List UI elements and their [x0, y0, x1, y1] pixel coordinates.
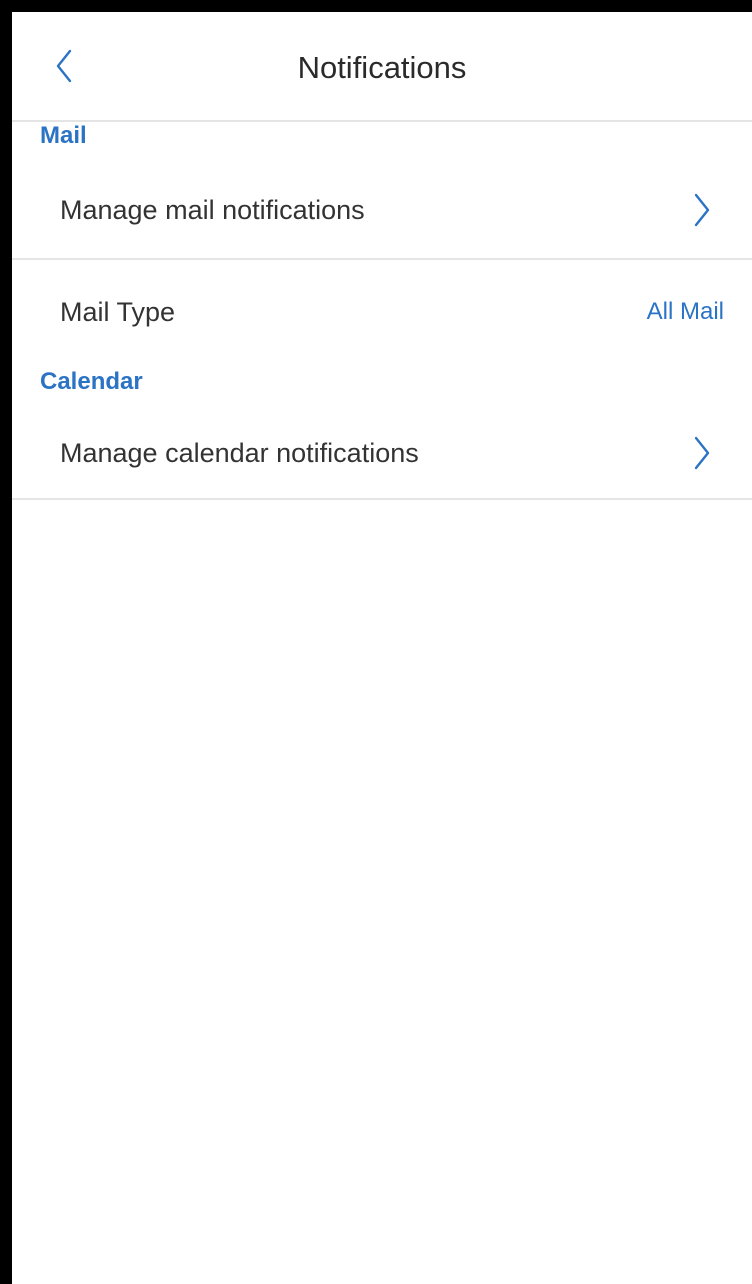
- mail-type-value[interactable]: All Mail: [647, 298, 724, 326]
- notifications-screen: Notifications Mail Manage mail notificat…: [12, 12, 752, 1284]
- section-label-mail: Mail: [40, 122, 87, 149]
- chevron-left-icon: [56, 49, 72, 83]
- section-label-calendar: Calendar: [40, 368, 143, 395]
- manage-mail-notifications-row[interactable]: Manage mail notifications: [12, 162, 752, 260]
- manage-mail-notifications-label: Manage mail notifications: [60, 194, 365, 225]
- manage-calendar-notifications-label: Manage calendar notifications: [60, 437, 419, 468]
- mail-type-label: Mail Type: [60, 296, 176, 327]
- chevron-right-icon: [690, 433, 714, 473]
- header-bar: Notifications: [12, 12, 752, 122]
- chevron-right-icon: [690, 190, 714, 230]
- back-button[interactable]: [48, 46, 80, 86]
- mail-type-row[interactable]: Mail Type All Mail: [12, 264, 752, 360]
- page-title: Notifications: [297, 50, 467, 85]
- manage-calendar-notifications-row[interactable]: Manage calendar notifications: [12, 408, 752, 500]
